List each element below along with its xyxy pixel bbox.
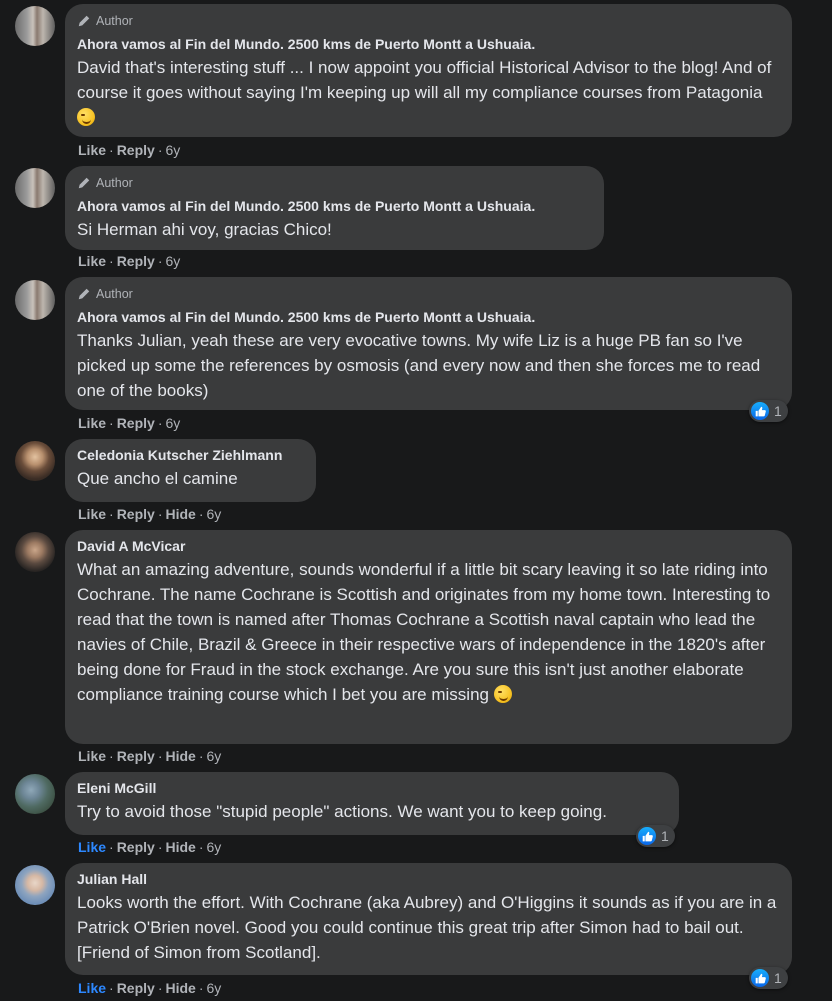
comment-actions: Like · Reply · 6y bbox=[78, 415, 181, 431]
commenter-name[interactable]: Celedonia Kutscher Ziehlmann bbox=[77, 447, 304, 464]
author-badge-label: Author bbox=[96, 14, 133, 28]
author-badge: Author bbox=[77, 175, 592, 191]
author-badge: Author bbox=[77, 13, 780, 29]
comment-text: David that's interesting stuff ... I now… bbox=[77, 55, 780, 130]
reply-link[interactable]: Reply bbox=[117, 748, 155, 764]
avatar[interactable] bbox=[15, 441, 55, 481]
comment-actions: Like · Reply · 6y bbox=[78, 142, 181, 158]
timestamp[interactable]: 6y bbox=[207, 506, 222, 522]
comment-actions: Like · Reply · Hide · 6y bbox=[78, 980, 222, 996]
hide-link[interactable]: Hide bbox=[165, 839, 195, 855]
timestamp[interactable]: 6y bbox=[207, 839, 222, 855]
comment-text-body: What an amazing adventure, sounds wonder… bbox=[77, 560, 771, 704]
reaction-count-badge[interactable]: 1 bbox=[749, 967, 788, 989]
avatar[interactable] bbox=[15, 865, 55, 905]
avatar[interactable] bbox=[15, 532, 55, 572]
like-link[interactable]: Like bbox=[78, 748, 106, 764]
avatar[interactable] bbox=[15, 168, 55, 208]
pencil-icon bbox=[78, 288, 90, 300]
like-link[interactable]: Like bbox=[78, 839, 106, 855]
comment-text: Thanks Julian, yeah these are very evoca… bbox=[77, 331, 761, 400]
comment-actions: Like · Reply · Hide · 6y bbox=[78, 748, 222, 764]
like-reaction-icon bbox=[638, 827, 656, 845]
reply-link[interactable]: Reply bbox=[117, 980, 155, 996]
hide-link[interactable]: Hide bbox=[165, 980, 195, 996]
commenter-name[interactable]: Eleni McGill bbox=[77, 780, 667, 797]
timestamp[interactable]: 6y bbox=[207, 980, 222, 996]
timestamp[interactable]: 6y bbox=[207, 748, 222, 764]
author-badge-label: Author bbox=[96, 287, 133, 301]
like-reaction-icon bbox=[751, 969, 769, 987]
commenter-name[interactable]: Julian Hall bbox=[77, 871, 780, 888]
commenter-name[interactable]: Ahora vamos al Fin del Mundo. 2500 kms d… bbox=[77, 198, 592, 215]
comment-bubble: Author Ahora vamos al Fin del Mundo. 250… bbox=[65, 4, 792, 137]
like-link[interactable]: Like bbox=[78, 253, 106, 269]
avatar[interactable] bbox=[15, 774, 55, 814]
comment-bubble: Author Ahora vamos al Fin del Mundo. 250… bbox=[65, 277, 792, 410]
reaction-count: 1 bbox=[661, 828, 669, 844]
comment-text: Que ancho el camine bbox=[77, 469, 238, 488]
pencil-icon bbox=[78, 15, 90, 27]
comment-bubble: Eleni McGill Try to avoid those "stupid … bbox=[65, 772, 679, 835]
reaction-count-badge[interactable]: 1 bbox=[749, 400, 788, 422]
hide-link[interactable]: Hide bbox=[165, 748, 195, 764]
avatar[interactable] bbox=[15, 6, 55, 46]
comment-actions: Like · Reply · Hide · 6y bbox=[78, 839, 222, 855]
timestamp[interactable]: 6y bbox=[165, 142, 180, 158]
comment-text: Looks worth the effort. With Cochrane (a… bbox=[77, 893, 777, 962]
comment-text: Si Herman ahi voy, gracias Chico! bbox=[77, 220, 332, 239]
reaction-count: 1 bbox=[774, 403, 782, 419]
winking-face-emoji-icon bbox=[493, 685, 512, 703]
avatar[interactable] bbox=[15, 280, 55, 320]
like-link[interactable]: Like bbox=[78, 142, 106, 158]
reaction-count-badge[interactable]: 1 bbox=[636, 825, 675, 847]
like-reaction-icon bbox=[751, 402, 769, 420]
reply-link[interactable]: Reply bbox=[117, 142, 155, 158]
like-link[interactable]: Like bbox=[78, 506, 106, 522]
commenter-name[interactable]: Ahora vamos al Fin del Mundo. 2500 kms d… bbox=[77, 36, 780, 53]
hide-link[interactable]: Hide bbox=[165, 506, 195, 522]
pencil-icon bbox=[78, 177, 90, 189]
author-badge-label: Author bbox=[96, 176, 133, 190]
like-link[interactable]: Like bbox=[78, 415, 106, 431]
reply-link[interactable]: Reply bbox=[117, 415, 155, 431]
comment-bubble: David A McVicar What an amazing adventur… bbox=[65, 530, 792, 744]
comment-actions: Like · Reply · 6y bbox=[78, 253, 181, 269]
commenter-name[interactable]: Ahora vamos al Fin del Mundo. 2500 kms d… bbox=[77, 309, 780, 326]
winking-face-emoji-icon bbox=[77, 108, 95, 126]
comment-text: What an amazing adventure, sounds wonder… bbox=[77, 557, 780, 707]
comment-bubble: Julian Hall Looks worth the effort. With… bbox=[65, 863, 792, 975]
reply-link[interactable]: Reply bbox=[117, 839, 155, 855]
timestamp[interactable]: 6y bbox=[165, 253, 180, 269]
comment-actions: Like · Reply · Hide · 6y bbox=[78, 506, 222, 522]
author-badge: Author bbox=[77, 286, 780, 302]
comment-text: Try to avoid those "stupid people" actio… bbox=[77, 802, 607, 821]
reply-link[interactable]: Reply bbox=[117, 506, 155, 522]
reaction-count: 1 bbox=[774, 970, 782, 986]
comment-text-body: David that's interesting stuff ... I now… bbox=[77, 58, 772, 102]
comment-bubble: Celedonia Kutscher Ziehlmann Que ancho e… bbox=[65, 439, 316, 502]
timestamp[interactable]: 6y bbox=[165, 415, 180, 431]
like-link[interactable]: Like bbox=[78, 980, 106, 996]
reply-link[interactable]: Reply bbox=[117, 253, 155, 269]
commenter-name[interactable]: David A McVicar bbox=[77, 538, 780, 555]
comment-bubble: Author Ahora vamos al Fin del Mundo. 250… bbox=[65, 166, 604, 250]
